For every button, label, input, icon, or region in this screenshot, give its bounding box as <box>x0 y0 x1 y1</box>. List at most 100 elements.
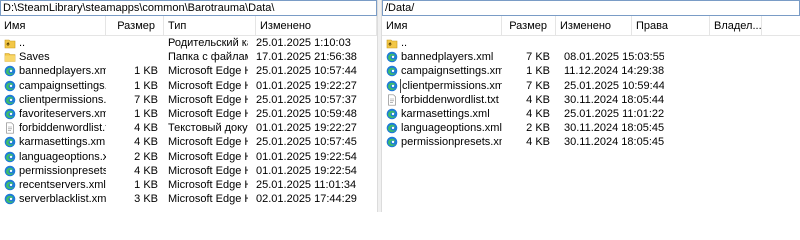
file-name: permissionpresets.xml <box>19 164 106 177</box>
file-name-cell: clientpermissions.xml <box>0 93 106 107</box>
file-row[interactable]: campaignsettings.xml 1 KB Microsoft Edge H… <box>0 79 377 93</box>
file-name-cell: campaignsettings.xml <box>382 64 502 78</box>
file-rights <box>638 79 693 93</box>
file-row[interactable]: clientpermissions.xml 7 KB 25.01.2025 10:5… <box>382 78 800 93</box>
file-name: clientpermissions.xml <box>400 78 502 93</box>
file-type: Microsoft Edge H... <box>168 107 248 120</box>
file-modified: 01.01.2025 19:22:54 <box>256 150 357 163</box>
file-row[interactable]: favoriteservers.xml 1 KB Microsoft Edge H.… <box>0 107 377 121</box>
file-modified: 17.01.2025 21:56:38 <box>256 51 357 64</box>
file-row[interactable]: languageoptions.xml 2 KB 30.11.2024 18:05:… <box>382 121 800 135</box>
file-type: Текстовый докум... <box>168 122 248 135</box>
column-header-size[interactable]: Размер <box>106 16 164 36</box>
file-owner <box>712 135 772 149</box>
file-row[interactable]: .. <box>382 36 800 50</box>
file-size: 7 KB <box>134 93 158 106</box>
file-row[interactable]: permissionpresets.xml 4 KB Microsoft Edge … <box>0 164 377 178</box>
file-row[interactable]: forbiddenwordlist.txt 4 KB 30.11.2024 18:0… <box>382 93 800 107</box>
file-modified: 25.01.2025 10:59:48 <box>256 107 357 120</box>
file-row[interactable]: clientpermissions.xml 7 KB Microsoft Edge … <box>0 93 377 107</box>
file-name: languageoptions.xml <box>19 150 106 163</box>
file-rights <box>638 107 693 121</box>
file-type: Microsoft Edge H... <box>168 93 248 106</box>
file-row[interactable]: permissionpresets.xml 4 KB 30.11.2024 18:0… <box>382 135 800 149</box>
file-size: 2 KB <box>134 150 158 163</box>
file-name-cell: favoriteservers.xml <box>0 107 106 121</box>
remote-path-bar[interactable]: /Data/ <box>382 0 800 16</box>
file-row[interactable]: .. Родительский кат... 25.01.2025 1:10:03 <box>0 36 377 50</box>
local-path-bar[interactable]: D:\SteamLibrary\steamapps\common\Barotra… <box>0 0 377 16</box>
parent-folder-icon <box>4 37 16 49</box>
file-row[interactable]: karmasettings.xml 4 KB 25.01.2025 11:01:22 <box>382 107 800 121</box>
local-column-header: Имя Размер Тип Изменено <box>0 16 377 36</box>
file-size: 3 KB <box>134 193 158 206</box>
file-row[interactable]: languageoptions.xml 2 KB Microsoft Edge H.… <box>0 150 377 164</box>
column-header-rights[interactable]: Права <box>632 16 710 36</box>
file-rights <box>638 36 693 50</box>
file-type: Microsoft Edge H... <box>168 79 248 92</box>
file-name-cell: bannedplayers.xml <box>0 64 106 78</box>
file-size: 1 KB <box>134 79 158 92</box>
file-owner <box>712 93 772 107</box>
file-name-cell: languageoptions.xml <box>382 121 502 135</box>
file-size <box>106 36 164 50</box>
edge-xml-icon <box>386 108 398 120</box>
column-header-name[interactable]: Имя <box>0 16 106 36</box>
file-modified: 01.01.2025 19:22:54 <box>256 164 357 177</box>
file-row[interactable]: bannedplayers.xml 7 KB 08.01.2025 15:03:55 <box>382 50 800 64</box>
file-type: Microsoft Edge H... <box>168 164 248 177</box>
file-row[interactable]: serverblacklist.xml 3 KB Microsoft Edge H.… <box>0 192 377 206</box>
file-name: forbiddenwordlist.txt <box>401 93 499 106</box>
remote-path-text: /Data/ <box>385 2 415 14</box>
text-file-icon <box>386 94 398 106</box>
file-name-cell: forbiddenwordlist.txt <box>0 121 106 135</box>
file-name-cell: karmasettings.xml <box>382 107 502 121</box>
column-header-name[interactable]: Имя <box>382 16 502 36</box>
text-file-icon <box>4 122 16 134</box>
file-row[interactable]: forbiddenwordlist.txt 4 KB Текстовый докум… <box>0 121 377 135</box>
file-size: 4 KB <box>526 136 550 149</box>
file-type: Microsoft Edge H... <box>168 150 248 163</box>
file-size: 7 KB <box>526 79 550 92</box>
file-name-cell: forbiddenwordlist.txt <box>382 93 502 107</box>
file-name-cell: .. <box>0 36 106 50</box>
file-name-cell: permissionpresets.xml <box>382 135 502 149</box>
file-name-cell: karmasettings.xml <box>0 135 106 149</box>
file-modified: 02.01.2025 17:44:29 <box>256 193 357 206</box>
file-size <box>106 50 164 64</box>
file-size: 1 KB <box>134 178 158 191</box>
file-name: karmasettings.xml <box>401 107 490 120</box>
file-name: karmasettings.xml <box>19 136 106 149</box>
file-size: 7 KB <box>526 51 550 64</box>
file-row[interactable]: recentservers.xml 1 KB Microsoft Edge H...… <box>0 178 377 192</box>
file-rights <box>638 64 693 78</box>
file-row[interactable]: campaignsettings.xml 1 KB 11.12.2024 14:29… <box>382 64 800 78</box>
file-size <box>502 36 556 50</box>
file-size: 1 KB <box>526 65 550 78</box>
column-header-modified[interactable]: Изменено <box>556 16 632 36</box>
file-row[interactable]: karmasettings.xml 4 KB Microsoft Edge H...… <box>0 135 377 149</box>
folder-icon <box>4 51 16 63</box>
parent-folder-icon <box>386 37 398 49</box>
file-rights <box>638 93 693 107</box>
column-header-type[interactable]: Тип <box>164 16 256 36</box>
column-header-modified[interactable]: Изменено <box>256 16 377 36</box>
file-modified: 01.01.2025 19:22:27 <box>256 122 357 135</box>
column-header-owner[interactable]: Владел... <box>710 16 762 36</box>
file-size: 1 KB <box>134 107 158 120</box>
edge-xml-icon <box>4 165 16 177</box>
remote-file-list: .. bannedplayers.xml 7 KB 08.01.2025 15:03:… <box>382 36 800 150</box>
file-name: permissionpresets.xml <box>401 136 502 149</box>
file-name: recentservers.xml <box>19 178 106 191</box>
file-modified: 25.01.2025 10:57:44 <box>256 65 357 78</box>
file-name-cell: .. <box>382 36 502 50</box>
column-header-size[interactable]: Размер <box>502 16 556 36</box>
file-rights <box>638 121 693 135</box>
file-row[interactable]: Saves Папка с файлами 17.01.2025 21:56:38 <box>0 50 377 64</box>
edge-xml-icon <box>4 151 16 163</box>
local-path-text: D:\SteamLibrary\steamapps\common\Barotra… <box>3 2 275 14</box>
file-name-cell: permissionpresets.xml <box>0 164 106 178</box>
file-type: Microsoft Edge H... <box>168 193 248 206</box>
file-type: Папка с файлами <box>168 51 248 64</box>
file-row[interactable]: bannedplayers.xml 1 KB Microsoft Edge H...… <box>0 64 377 78</box>
